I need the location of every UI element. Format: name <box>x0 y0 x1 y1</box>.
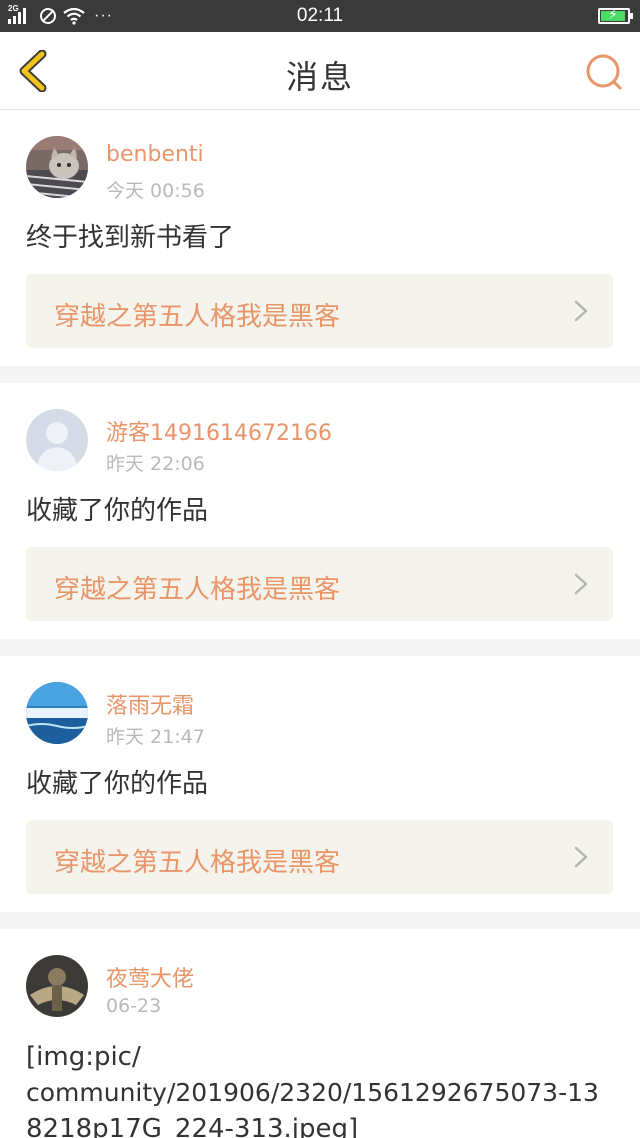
message-text-line: 8218p17G_224-313.jpeg] <box>26 1114 359 1138</box>
message-card: 夜莺大佬 06-23 [img:pic/ community/201906/23… <box>0 929 640 1138</box>
username[interactable]: benbenti <box>106 142 204 167</box>
battery-icon: ⚡ <box>598 7 633 24</box>
book-link[interactable]: 穿越之第五人格我是黑客 <box>26 274 613 348</box>
book-link[interactable]: 穿越之第五人格我是黑客 <box>26 547 613 621</box>
message-card: 落雨无霜 昨天 21:47 收藏了你的作品 穿越之第五人格我是黑客 <box>0 656 640 912</box>
avatar[interactable] <box>26 682 88 744</box>
cat-avatar-image <box>26 136 88 198</box>
message-time: 昨天 21:47 <box>106 726 205 748</box>
message-list: benbenti 今天 00:56 终于找到新书看了 穿越之第五人格我是黑客 游… <box>0 110 640 1138</box>
book-link[interactable]: 穿越之第五人格我是黑客 <box>26 820 613 894</box>
top-nav-bar: 消息 <box>0 32 640 110</box>
username[interactable]: 夜莺大佬 <box>106 961 194 993</box>
message-time: 今天 00:56 <box>106 180 205 202</box>
avatar[interactable] <box>26 955 88 1017</box>
message-text-line: [img:pic/ <box>26 1042 141 1072</box>
message-text: 收藏了你的作品 <box>26 496 209 526</box>
chevron-right-icon <box>574 573 588 595</box>
character-avatar-image <box>26 955 88 1017</box>
message-card: benbenti 今天 00:56 终于找到新书看了 穿越之第五人格我是黑客 <box>0 110 640 366</box>
message-text: 收藏了你的作品 <box>26 769 209 799</box>
chevron-right-icon <box>574 846 588 868</box>
message-time: 昨天 22:06 <box>106 453 205 475</box>
avatar[interactable] <box>26 136 88 198</box>
message-text-line: community/201906/2320/1561292675073-13 <box>26 1078 599 1107</box>
search-icon[interactable] <box>584 52 624 92</box>
status-bar: 2G ··· 02:11 ⚡ <box>0 0 640 32</box>
book-title: 穿越之第五人格我是黑客 <box>54 848 341 878</box>
chevron-right-icon <box>574 300 588 322</box>
username[interactable]: 落雨无霜 <box>106 688 194 720</box>
avatar[interactable] <box>26 409 88 471</box>
sky-avatar-image <box>26 682 88 744</box>
message-time: 06-23 <box>106 995 162 1017</box>
message-text: 终于找到新书看了 <box>26 223 235 253</box>
book-title: 穿越之第五人格我是黑客 <box>54 575 341 605</box>
default-user-icon <box>26 409 88 471</box>
page-title: 消息 <box>285 58 354 96</box>
book-title: 穿越之第五人格我是黑客 <box>54 302 341 332</box>
message-card: 游客1491614672166 昨天 22:06 收藏了你的作品 穿越之第五人格… <box>0 383 640 639</box>
username[interactable]: 游客1491614672166 <box>106 415 332 447</box>
status-time: 02:11 <box>296 5 344 26</box>
